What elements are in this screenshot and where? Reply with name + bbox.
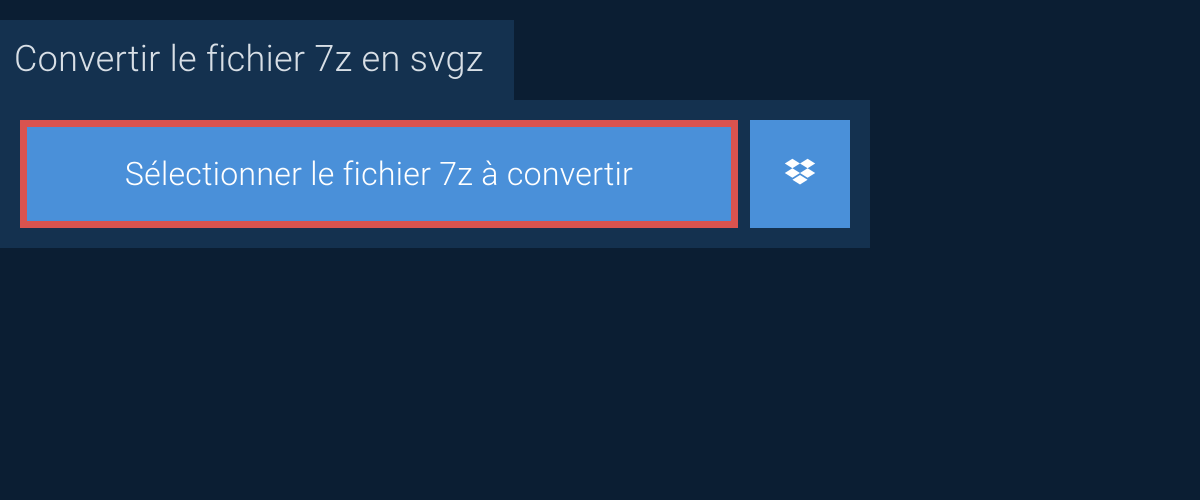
upload-panel: Sélectionner le fichier 7z à convertir (0, 100, 870, 248)
dropbox-icon (781, 155, 819, 193)
select-file-label: Sélectionner le fichier 7z à convertir (125, 155, 633, 193)
page-header-tab: Convertir le fichier 7z en svgz (0, 20, 514, 100)
dropbox-button[interactable] (750, 120, 850, 228)
select-file-button[interactable]: Sélectionner le fichier 7z à convertir (20, 120, 738, 228)
page-title: Convertir le fichier 7z en svgz (14, 38, 484, 80)
